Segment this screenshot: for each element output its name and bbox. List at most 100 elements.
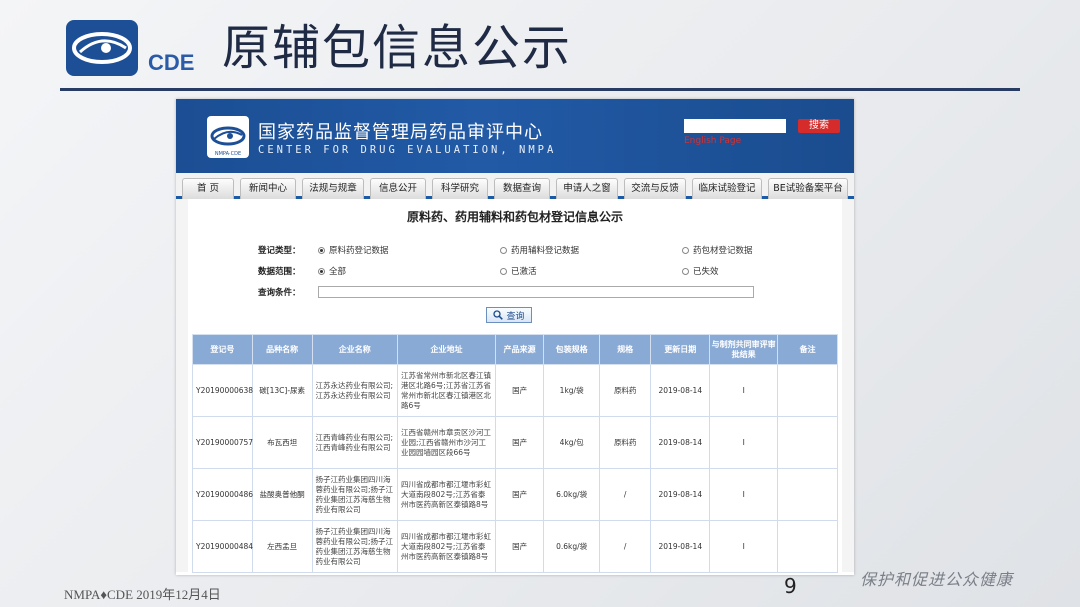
site-body: 原料药、药用辅料和药包材登记信息公示 登记类型： 原料药登记数据 药用辅料登记数… bbox=[176, 199, 854, 573]
table-row[interactable]: Y20190000484 左西孟旦 扬子江药业集团四川海蓉药业有限公司;扬子江药… bbox=[192, 520, 838, 573]
cell-review-result: I bbox=[709, 520, 779, 573]
radio-scope-all[interactable]: 全部 bbox=[318, 265, 346, 277]
query-button-label: 查询 bbox=[506, 311, 525, 322]
radio-dot bbox=[682, 246, 689, 254]
nav-tab-disclosure[interactable]: 信息公开 bbox=[370, 178, 426, 199]
cell-review-result: I bbox=[709, 416, 779, 469]
cell-date: 2019-08-14 bbox=[650, 520, 711, 573]
cell-reg-no: Y20190000486 bbox=[192, 468, 253, 521]
radio-dot bbox=[682, 267, 689, 275]
cell-package: 6.0kg/袋 bbox=[543, 468, 600, 521]
column-header: 品种名称 bbox=[251, 334, 313, 365]
radio-api[interactable]: 原料药登记数据 bbox=[318, 244, 389, 256]
footer-date: NMPA♦CDE 2019年12月4日 bbox=[64, 587, 221, 602]
cell-date: 2019-08-14 bbox=[650, 364, 711, 417]
nav-tab-regulations[interactable]: 法规与规章 bbox=[302, 178, 364, 199]
site-header: NMPA·CDE 国家药品监督管理局药品审评中心 CENTER FOR DRUG… bbox=[176, 99, 854, 173]
radio-dot bbox=[500, 267, 507, 275]
site-subtitle: CENTER FOR DRUG EVALUATION, NMPA bbox=[258, 144, 557, 156]
column-header: 包装规格 bbox=[543, 334, 600, 365]
radio-scope-expired-label: 已失效 bbox=[693, 267, 719, 277]
reg-type-label: 登记类型： bbox=[258, 246, 301, 256]
site-nav: 首 页 新闻中心 法规与规章 信息公开 科学研究 数据查询 申请人之窗 交流与反… bbox=[176, 173, 854, 199]
cell-address: 四川省成都市都江堰市彩虹大道南段802号;江苏省泰州市医药高新区泰镇路8号 bbox=[397, 520, 496, 573]
cell-company: 江苏永达药业有限公司;江苏永达药业有限公司 bbox=[311, 364, 399, 417]
radio-excipient[interactable]: 药用辅料登记数据 bbox=[500, 244, 579, 256]
radio-scope-active[interactable]: 已激活 bbox=[500, 265, 537, 277]
cell-spec: / bbox=[598, 468, 652, 521]
cell-package: 4kg/包 bbox=[543, 416, 600, 469]
table-row[interactable]: Y20190000486 盐酸奥普他酮 扬子江药业集团四川海蓉药业有限公司;扬子… bbox=[192, 468, 838, 521]
cell-remark bbox=[777, 520, 838, 573]
slogan: 保护和促进公众健康 bbox=[860, 570, 1014, 589]
site-search-input[interactable] bbox=[684, 119, 786, 133]
svg-text:NMPA·CDE: NMPA·CDE bbox=[215, 151, 241, 157]
cell-source: 国产 bbox=[494, 520, 545, 573]
nav-tab-news[interactable]: 新闻中心 bbox=[240, 178, 296, 199]
cde-logo-text: CDE bbox=[148, 50, 194, 75]
nav-tab-research[interactable]: 科学研究 bbox=[432, 178, 488, 199]
cell-reg-no: Y20190000484 bbox=[192, 520, 253, 573]
cell-reg-no: Y20190000638 bbox=[192, 364, 253, 417]
cell-remark bbox=[777, 364, 838, 417]
cell-source: 国产 bbox=[494, 468, 545, 521]
nmpa-logo-icon: NMPA·CDE bbox=[207, 116, 249, 158]
cell-source: 国产 bbox=[494, 416, 545, 469]
cell-review-result: I bbox=[709, 364, 779, 417]
cell-address: 江西省赣州市章贡区沙河工业园;江西省赣州市沙河工业园园墙园区段66号 bbox=[397, 416, 496, 469]
cell-company: 扬子江药业集团四川海蓉药业有限公司;扬子江药业集团江苏海慈生物药业有限公司 bbox=[311, 520, 399, 573]
query-button[interactable]: 查询 bbox=[486, 307, 532, 323]
nav-tab-be-platform[interactable]: BE试验备案平台 bbox=[768, 178, 848, 199]
cell-package: 0.6kg/袋 bbox=[543, 520, 600, 573]
panel-title: 原料药、药用辅料和药包材登记信息公示 bbox=[406, 210, 623, 224]
cell-product: 盐酸奥普他酮 bbox=[251, 468, 313, 521]
english-page-link[interactable]: English Page bbox=[684, 136, 741, 146]
cde-logo: CDE bbox=[66, 20, 194, 76]
query-label: 查询条件： bbox=[258, 288, 301, 298]
radio-dot bbox=[500, 246, 507, 254]
column-header: 企业地址 bbox=[397, 334, 496, 365]
radio-scope-expired[interactable]: 已失效 bbox=[682, 265, 719, 277]
site-search-button[interactable]: 搜索 bbox=[798, 119, 840, 133]
cell-remark bbox=[777, 468, 838, 521]
nav-tab-applicant[interactable]: 申请人之窗 bbox=[556, 178, 618, 199]
cell-date: 2019-08-14 bbox=[650, 416, 711, 469]
website-screenshot: NMPA·CDE 国家药品监督管理局药品审评中心 CENTER FOR DRUG… bbox=[176, 99, 854, 575]
nav-tab-clinical-trial[interactable]: 临床试验登记 bbox=[692, 178, 762, 199]
cell-source: 国产 bbox=[494, 364, 545, 417]
cell-package: 1kg/袋 bbox=[543, 364, 600, 417]
cell-date: 2019-08-14 bbox=[650, 468, 711, 521]
cell-product: 左西孟旦 bbox=[251, 520, 313, 573]
cell-reg-no: Y20190000757 bbox=[192, 416, 253, 469]
column-header: 产品来源 bbox=[494, 334, 545, 365]
page-number: 9 bbox=[784, 574, 797, 598]
radio-dot-selected bbox=[318, 267, 325, 275]
radio-scope-all-label: 全部 bbox=[329, 267, 347, 277]
title-divider bbox=[60, 88, 1020, 91]
cell-address: 江苏省常州市新北区春江镇港区北路6号;江苏省江苏省常州市新北区春江镇港区北路6号 bbox=[397, 364, 496, 417]
table-row[interactable]: Y20190000638 碳[13C]-尿素 江苏永达药业有限公司;江苏永达药业… bbox=[192, 364, 838, 417]
cell-company: 江西青峰药业有限公司;江西青峰药业有限公司 bbox=[311, 416, 399, 469]
site-title: 国家药品监督管理局药品审评中心 bbox=[258, 122, 543, 143]
registration-panel: 原料药、药用辅料和药包材登记信息公示 登记类型： 原料药登记数据 药用辅料登记数… bbox=[188, 199, 842, 573]
radio-dot-selected bbox=[318, 246, 325, 254]
cell-address: 四川省成都市都江堰市彩虹大道南段802号;江苏省泰州市医药高新区泰镇路8号 bbox=[397, 468, 496, 521]
nav-tab-feedback[interactable]: 交流与反馈 bbox=[624, 178, 686, 199]
cell-remark bbox=[777, 416, 838, 469]
radio-packaging[interactable]: 药包材登记数据 bbox=[682, 244, 753, 256]
cell-review-result: I bbox=[709, 468, 779, 521]
search-icon bbox=[493, 310, 504, 320]
radio-api-label: 原料药登记数据 bbox=[329, 246, 389, 256]
radio-excipient-label: 药用辅料登记数据 bbox=[511, 246, 580, 256]
cell-company: 扬子江药业集团四川海蓉药业有限公司;扬子江药业集团江苏海慈生物药业有限公司 bbox=[311, 468, 399, 521]
nav-tab-home[interactable]: 首 页 bbox=[182, 178, 234, 199]
cell-product: 碳[13C]-尿素 bbox=[251, 364, 313, 417]
radio-packaging-label: 药包材登记数据 bbox=[693, 246, 753, 256]
slide-title: 原辅包信息公示 bbox=[222, 20, 573, 76]
query-input[interactable] bbox=[318, 286, 754, 298]
table-row[interactable]: Y20190000757 布瓦西坦 江西青峰药业有限公司;江西青峰药业有限公司 … bbox=[192, 416, 838, 469]
column-header: 登记号 bbox=[192, 334, 253, 365]
nav-tab-data-query[interactable]: 数据查询 bbox=[494, 178, 550, 199]
results-table: 登记号 品种名称 企业名称 企业地址 产品来源 包装规格 规格 更新日期 与制剂… bbox=[192, 334, 838, 573]
column-header: 规格 bbox=[598, 334, 652, 365]
